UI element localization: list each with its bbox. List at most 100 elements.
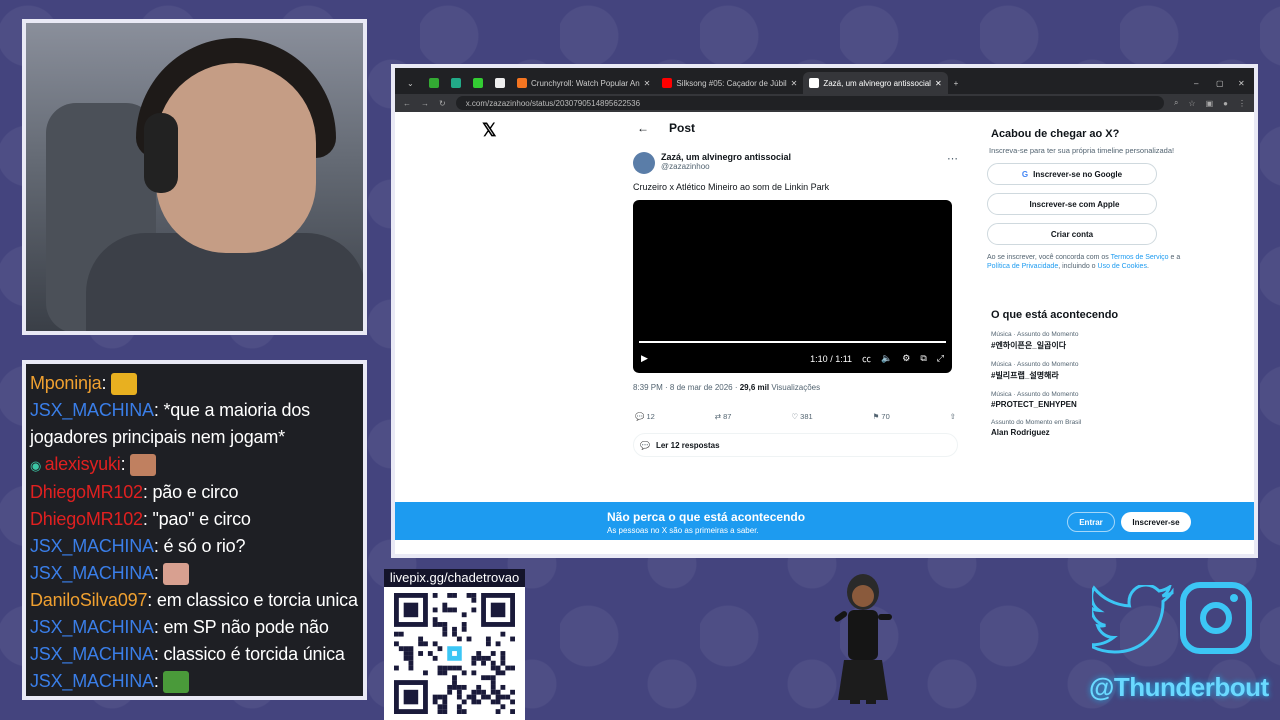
captions-icon[interactable]: ㏄ — [862, 352, 871, 365]
author-avatar[interactable] — [633, 152, 655, 174]
chat-username[interactable]: JSX_MACHINA — [30, 644, 154, 664]
extensions-icon[interactable]: ▣ — [1206, 99, 1214, 108]
more-options-icon[interactable]: ⋯ — [947, 152, 958, 174]
bookmark-star-icon[interactable]: ☆ — [1188, 99, 1195, 108]
chat-username[interactable]: DhiegoMR102 — [30, 482, 143, 502]
back-arrow-icon[interactable]: ← — [637, 121, 649, 135]
terms-link[interactable]: Termos de Serviço — [1111, 254, 1169, 261]
chat-username[interactable]: DhiegoMR102 — [30, 509, 143, 529]
tab-favicon-icon — [429, 78, 439, 88]
read-replies-button[interactable]: 💬 Ler 12 respostas — [633, 433, 958, 457]
new-tab-button[interactable]: + — [948, 72, 970, 94]
url-field[interactable]: x.com/zazazinhoo/status/2030790514895622… — [455, 96, 1164, 110]
volume-icon[interactable]: 🔈 — [881, 353, 892, 364]
browser-tab[interactable]: Zazá, um alvinegro antissocial ✕ — [803, 72, 948, 94]
back-icon[interactable]: ← — [403, 99, 411, 108]
tab-label: Zazá, um alvinegro antissocial — [823, 78, 931, 88]
chat-separator: : — [153, 563, 164, 583]
chat-username[interactable]: JSX_MACHINA — [30, 563, 154, 583]
author-handle[interactable]: @zazazinhoo — [661, 162, 791, 171]
fullscreen-icon[interactable]: ⤢ — [937, 353, 944, 364]
emote-pepe-icon — [163, 671, 190, 694]
trend-item[interactable]: Música · Assunto do Momento #엔하이픈은_일곱이다 — [987, 331, 1187, 351]
chat-message: DhiegoMR102: pão e circo — [30, 479, 359, 506]
browser-tab[interactable] — [467, 72, 489, 94]
close-tab-icon[interactable]: ✕ — [644, 79, 651, 88]
cookies-link[interactable]: Uso de Cookies — [1098, 263, 1147, 270]
chat-username[interactable]: alexisyuki — [45, 454, 121, 474]
post-views: 29,6 mil — [739, 383, 770, 392]
minimize-button[interactable]: – — [1188, 72, 1210, 94]
zoom-icon[interactable]: ⌕ — [1174, 98, 1178, 108]
google-icon: G — [1021, 169, 1029, 179]
apple-signup-button[interactable]: Inscrever-se com Apple — [987, 193, 1157, 215]
chat-username[interactable]: JSX_MACHINA — [30, 400, 154, 420]
profile-icon[interactable]: ● — [1223, 99, 1228, 108]
chat-message: JSX_MACHINA: classico é torcida única — [30, 641, 359, 668]
video-player[interactable]: ▶ 1:10 / 1:11 ㏄ 🔈 ⚙ ⧉ ⤢ — [633, 200, 952, 373]
chat-username[interactable]: JSX_MACHINA — [30, 671, 154, 691]
tab-list-button[interactable]: ⌄ — [401, 72, 423, 94]
browser-tab[interactable] — [423, 72, 445, 94]
maximize-button[interactable]: ▢ — [1210, 72, 1232, 94]
signup-title: Acabou de chegar ao X? — [991, 128, 1120, 140]
create-account-button[interactable]: Criar conta — [987, 223, 1157, 245]
post-text: Cruzeiro x Atlético Mineiro ao som de Li… — [633, 182, 830, 192]
menu-icon[interactable]: ⋮ — [1238, 99, 1246, 108]
chat-username[interactable]: Mponinja — [30, 373, 102, 393]
video-time: 1:10 / 1:11 — [810, 353, 853, 364]
trends-title: O que está acontecendo — [991, 309, 1119, 321]
trend-tag: #PROTECT_ENHYPEN — [991, 400, 1077, 409]
browser-tab[interactable]: Crunchyroll: Watch Popular An ✕ — [511, 72, 656, 94]
repost-button[interactable]: ⇄ 87 — [715, 412, 732, 421]
browser-window: ⌄ Crunchyroll: Watch Popular An ✕ Silksong… — [391, 64, 1258, 558]
create-account-label: Criar conta — [1050, 229, 1094, 239]
signup-button[interactable]: Inscrever-se — [1121, 512, 1191, 532]
browser-tab[interactable]: Silksong #05: Caçador de Júbil ✕ — [656, 72, 803, 94]
chat-separator: : — [153, 400, 164, 420]
google-signup-button[interactable]: G Inscrever-se no Google — [987, 163, 1157, 185]
chat-username[interactable]: DaniloSilva097 — [30, 590, 147, 610]
pip-icon[interactable]: ⧉ — [920, 353, 926, 364]
close-window-button[interactable]: ✕ — [1232, 72, 1254, 94]
x-logo-icon[interactable]: 𝕏 — [482, 120, 497, 141]
chat-username[interactable]: JSX_MACHINA — [30, 536, 154, 556]
like-button[interactable]: ♡ 381 — [791, 412, 812, 421]
tab-label: Crunchyroll: Watch Popular An — [531, 78, 640, 88]
forward-icon[interactable]: → — [421, 99, 429, 108]
banner-title: Não perca o que está acontecendo — [607, 510, 806, 524]
reply-count: 12 — [646, 412, 655, 421]
author-name[interactable]: Zazá, um alvinegro antissocial — [661, 152, 791, 162]
reply-button[interactable]: 💬 12 — [635, 412, 655, 421]
chat-message: JSX_MACHINA: — [30, 668, 359, 695]
trend-item[interactable]: Música · Assunto do Momento #PROTECT_ENHY… — [987, 391, 1187, 409]
settings-icon[interactable]: ⚙ — [902, 353, 910, 364]
trend-item[interactable]: Assunto do Momento em Brasil Alan Rodrigu… — [987, 419, 1187, 437]
login-button[interactable]: Entrar — [1067, 512, 1115, 532]
browser-tab[interactable] — [489, 72, 511, 94]
repost-count: 87 — [723, 412, 732, 421]
video-progress-bar[interactable] — [639, 341, 946, 343]
share-button[interactable]: ⇧ — [950, 412, 956, 421]
privacy-link[interactable]: Política de Privacidade — [987, 263, 1058, 270]
x-page: 𝕏 ← Post Zazá, um alvinegro antissocial … — [395, 112, 1254, 554]
webcam-streamer-face — [156, 63, 316, 253]
bookmark-button[interactable]: ⚑ 70 — [873, 412, 890, 421]
chat-separator: : — [153, 536, 164, 556]
close-tab-icon[interactable]: ✕ — [935, 79, 942, 88]
browser-tab[interactable] — [445, 72, 467, 94]
close-tab-icon[interactable]: ✕ — [791, 79, 798, 88]
webcam-feed — [22, 19, 367, 335]
chat-panel[interactable]: Mponinja: JSX_MACHINA: *que a maioria do… — [22, 360, 367, 700]
instagram-ring — [1200, 602, 1232, 634]
trend-item[interactable]: Música · Assunto do Momento #빌리프랩_설명해라 — [987, 361, 1187, 381]
chat-message: DhiegoMR102: "pao" e circo — [30, 506, 359, 533]
chat-text: classico é torcida única — [163, 644, 345, 664]
play-icon[interactable]: ▶ — [641, 353, 648, 364]
trend-category: Música · Assunto do Momento — [991, 331, 1079, 338]
chat-username[interactable]: JSX_MACHINA — [30, 617, 154, 637]
trend-category: Música · Assunto do Momento — [991, 391, 1079, 398]
reply-icon: 💬 — [635, 412, 645, 421]
reload-icon[interactable]: ↻ — [439, 99, 446, 108]
qr-code-icon — [394, 593, 515, 714]
